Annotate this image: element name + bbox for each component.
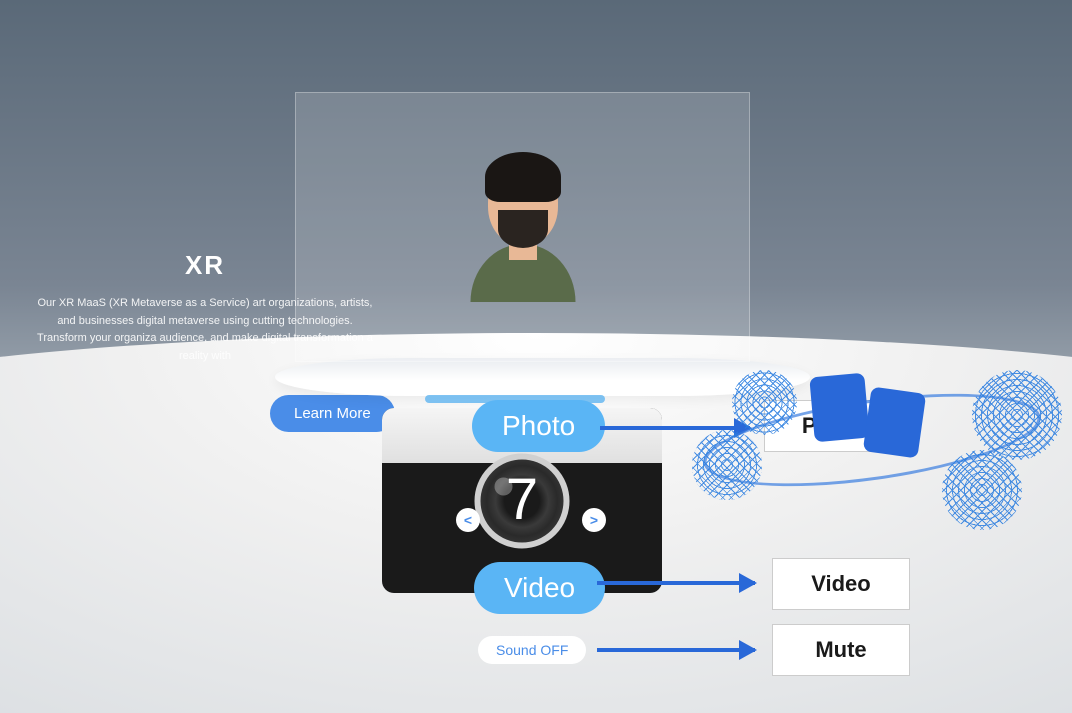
avatar-screen — [295, 92, 750, 362]
avatar — [468, 152, 578, 302]
video-label: Video — [772, 558, 910, 610]
learn-more-button[interactable]: Learn More — [270, 395, 395, 432]
arrow-video-icon — [597, 581, 755, 585]
sound-toggle-button[interactable]: Sound OFF — [478, 636, 586, 664]
video-button[interactable]: Video — [474, 562, 605, 614]
mute-label: Mute — [772, 624, 910, 676]
platform-base — [275, 358, 810, 396]
countdown-number: 7 — [506, 466, 538, 533]
avatar-beard — [498, 210, 548, 248]
camera-prev-button[interactable]: < — [456, 508, 480, 532]
photo-label: Photo — [764, 400, 902, 452]
camera-next-button[interactable]: > — [582, 508, 606, 532]
arrow-mute-icon — [597, 648, 755, 652]
arrow-photo-icon — [600, 426, 750, 430]
avatar-hair — [485, 152, 561, 202]
photo-button[interactable]: Photo — [472, 400, 605, 452]
